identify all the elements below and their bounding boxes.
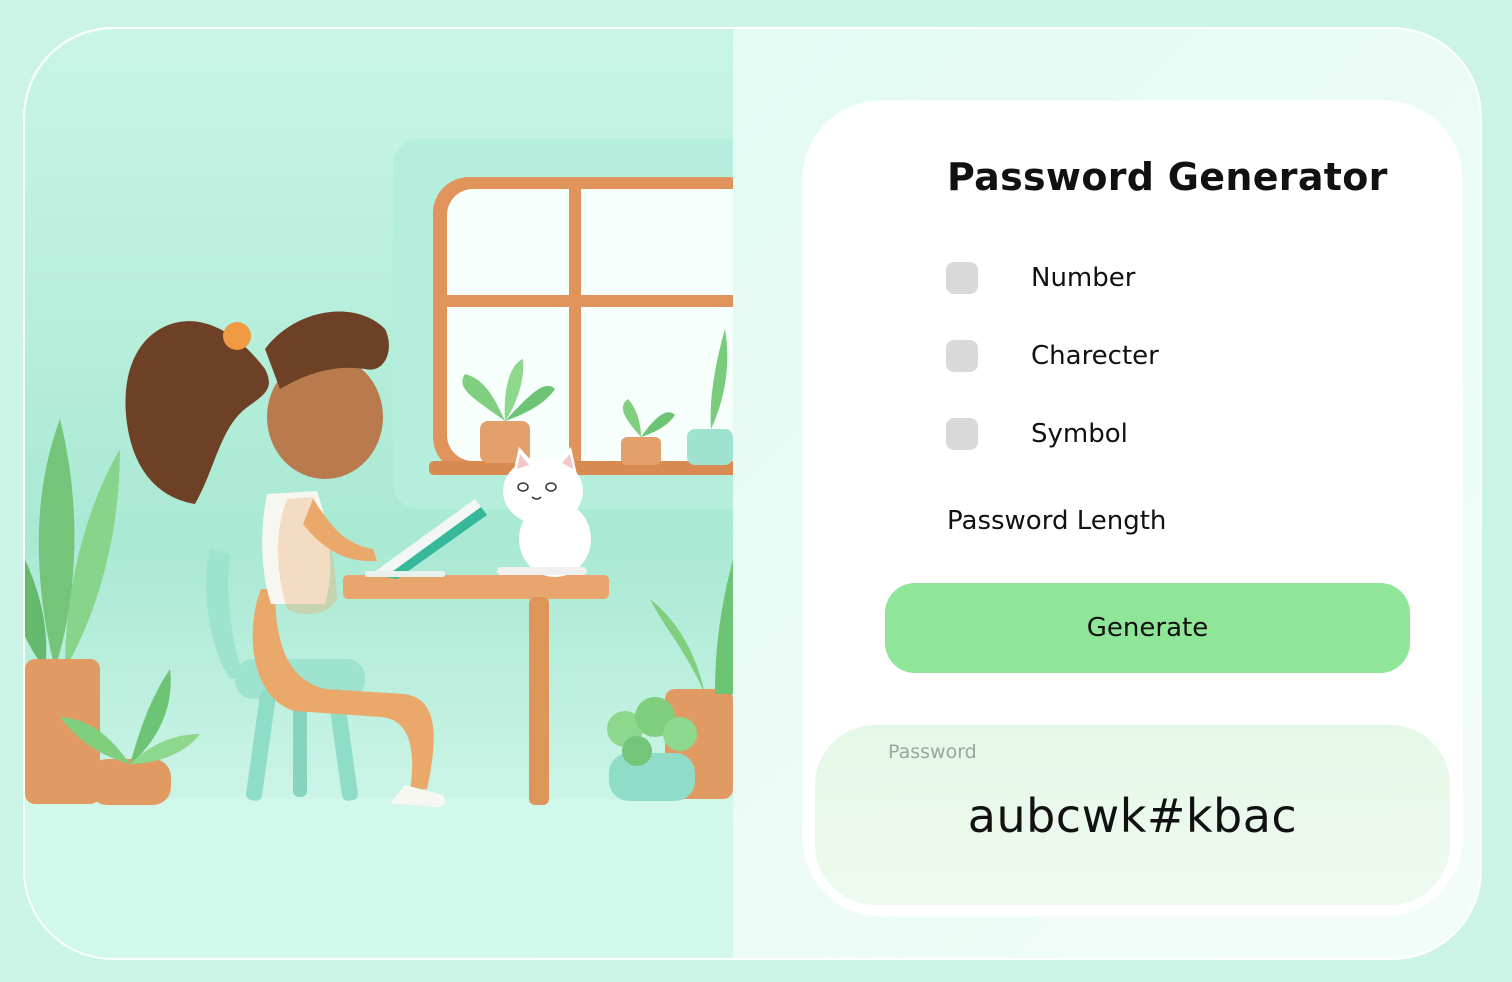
charecter-label: Charecter <box>1031 341 1159 371</box>
illustration-panel <box>25 29 733 958</box>
option-number[interactable]: Number <box>946 261 1366 295</box>
password-caption: Password <box>888 741 977 763</box>
page-title: Password Generator <box>947 155 1388 199</box>
symbol-label: Symbol <box>1031 419 1128 449</box>
generate-button[interactable]: Generate <box>885 583 1410 673</box>
illustration <box>25 139 733 958</box>
charecter-checkbox[interactable] <box>946 340 978 372</box>
floor <box>25 799 733 958</box>
app-frame: Password Generator Number Charecter Symb… <box>23 27 1482 960</box>
password-value[interactable]: aubcwk#kbac <box>815 789 1450 843</box>
password-generator-card: Password Generator Number Charecter Symb… <box>803 101 1462 916</box>
symbol-checkbox[interactable] <box>946 418 978 450</box>
right-plant <box>607 559 733 801</box>
window <box>429 177 733 475</box>
number-label: Number <box>1031 263 1136 293</box>
option-symbol[interactable]: Symbol <box>946 417 1366 451</box>
option-charecter[interactable]: Charecter <box>946 339 1366 373</box>
number-checkbox[interactable] <box>946 262 978 294</box>
password-output: Password aubcwk#kbac <box>815 725 1450 905</box>
password-length-label: Password Length <box>947 506 1167 536</box>
